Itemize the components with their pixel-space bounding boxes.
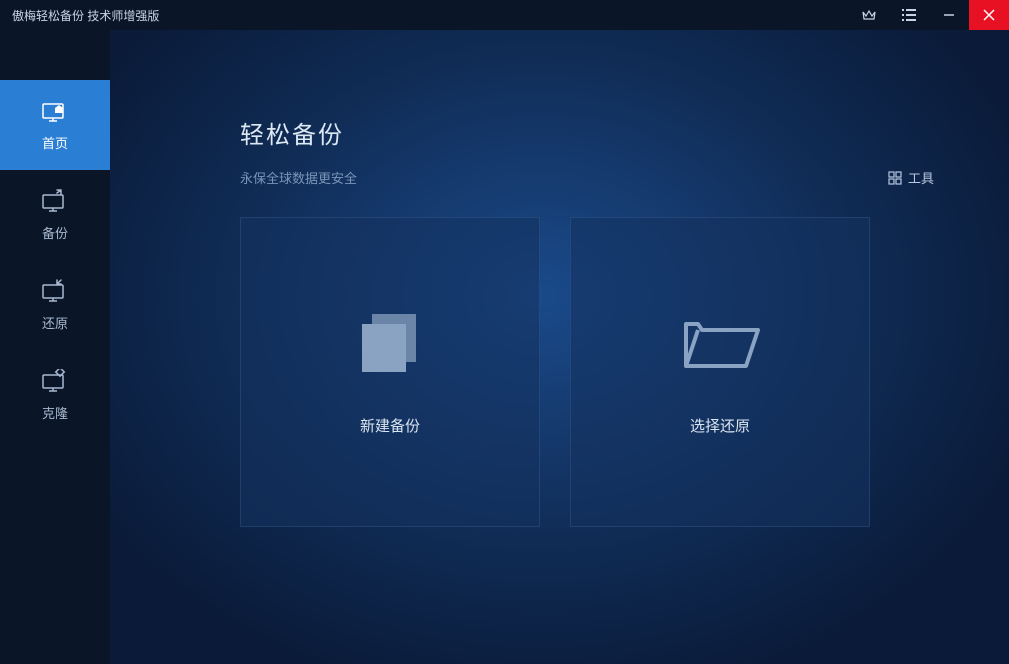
card-label: 新建备份	[360, 415, 420, 436]
sidebar-item-label: 备份	[42, 223, 68, 242]
tools-label: 工具	[908, 168, 934, 187]
titlebar-controls	[849, 0, 1009, 30]
sidebar: 首页 备份 还原	[0, 30, 110, 664]
app-title: 傲梅轻松备份 技术师增强版	[12, 7, 159, 24]
main-header: 轻松备份	[240, 115, 934, 150]
sidebar-item-restore[interactable]: 还原	[0, 260, 110, 350]
close-button[interactable]	[969, 0, 1009, 30]
card-select-restore[interactable]: 选择还原	[570, 217, 870, 527]
minimize-button[interactable]	[929, 0, 969, 30]
close-icon	[983, 9, 995, 21]
sidebar-item-backup[interactable]: 备份	[0, 170, 110, 260]
sidebar-item-label: 还原	[42, 313, 68, 332]
page-title: 轻松备份	[240, 115, 934, 150]
titlebar: 傲梅轻松备份 技术师增强版	[0, 0, 1009, 30]
home-icon	[41, 99, 69, 123]
grid-icon	[888, 171, 902, 185]
main-content: 轻松备份 永保全球数据更安全 工具	[110, 30, 1009, 664]
new-backup-icon	[350, 308, 430, 380]
sidebar-item-label: 克隆	[42, 403, 68, 422]
menu-icon	[902, 9, 916, 21]
clone-icon	[41, 369, 69, 393]
minimize-icon	[943, 9, 955, 21]
menu-button[interactable]	[889, 0, 929, 30]
card-new-backup[interactable]: 新建备份	[240, 217, 540, 527]
cards-row: 新建备份 选择还原	[240, 217, 934, 527]
restore-icon	[41, 279, 69, 303]
sidebar-item-home[interactable]: 首页	[0, 80, 110, 170]
tools-link[interactable]: 工具	[888, 168, 934, 187]
sidebar-item-label: 首页	[42, 133, 68, 152]
card-label: 选择还原	[690, 415, 750, 436]
sub-row: 永保全球数据更安全 工具	[240, 168, 934, 187]
page-subtitle: 永保全球数据更安全	[240, 168, 357, 187]
crown-icon	[862, 9, 876, 21]
backup-icon	[41, 189, 69, 213]
restore-folder-icon	[680, 308, 760, 380]
sidebar-item-clone[interactable]: 克隆	[0, 350, 110, 440]
crown-button[interactable]	[849, 0, 889, 30]
